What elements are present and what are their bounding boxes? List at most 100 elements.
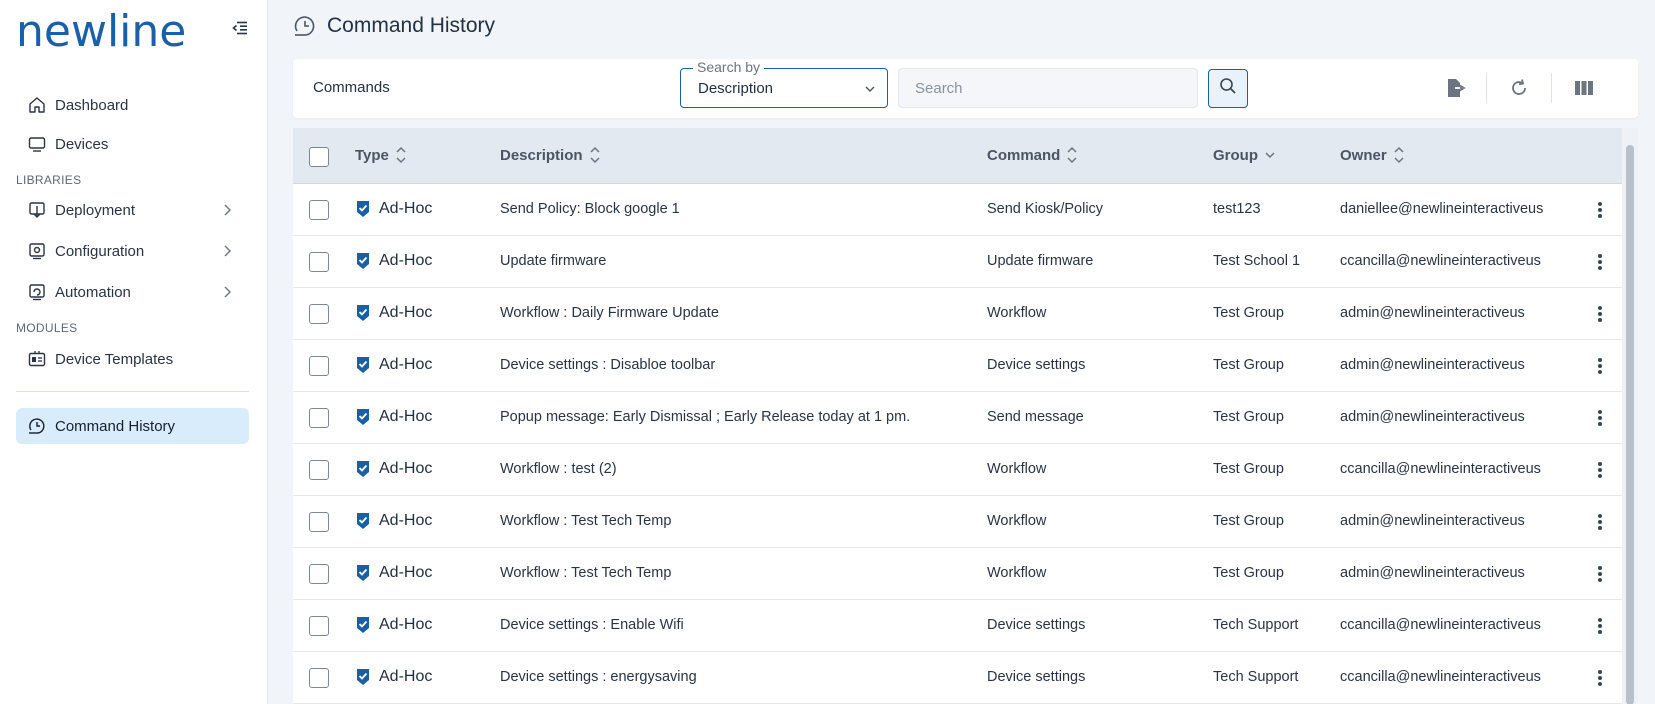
sidebar-item-label: Deployment: [55, 201, 136, 219]
type-value: Ad-Hoc: [379, 460, 433, 477]
sidebar: newline Dashboard Devices LIBRARIES Depl…: [0, 0, 268, 704]
sidebar-item-label: Devices: [55, 135, 109, 153]
group-cell: Test School 1: [1213, 253, 1301, 269]
table-row[interactable]: Ad-Hoc Send Policy: Block google 1 Send Ki…: [293, 184, 1622, 236]
sidebar-item-command-history[interactable]: Command History: [16, 408, 249, 444]
home-icon: [27, 95, 47, 115]
sort-icon: [588, 146, 602, 164]
description-cell: Device settings : Enable Wifi: [500, 617, 684, 633]
select-all-checkbox[interactable]: [309, 147, 329, 167]
column-header-type[interactable]: Type: [355, 146, 408, 164]
row-actions-menu-icon[interactable]: [1592, 512, 1608, 532]
command-history-icon: [293, 14, 317, 38]
group-cell: Test Group: [1213, 565, 1284, 581]
table-row[interactable]: Ad-Hoc Update firmware Update firmware Test…: [293, 236, 1622, 288]
row-checkbox[interactable]: [309, 356, 329, 376]
owner-cell: admin@newlineinteractiveus: [1340, 409, 1525, 425]
type-cell: Ad-Hoc: [355, 200, 432, 218]
adhoc-type-icon: [355, 252, 371, 270]
automation-icon: [27, 282, 47, 302]
table-row[interactable]: Ad-Hoc Device settings : Enable Wifi Devic…: [293, 600, 1622, 652]
row-actions-menu-icon[interactable]: [1592, 564, 1608, 584]
column-header-owner[interactable]: Owner: [1340, 146, 1406, 164]
description-cell: Workflow : test (2): [500, 461, 617, 477]
command-cell: Workflow: [987, 461, 1047, 477]
table-row[interactable]: Ad-Hoc Workflow : Test Tech Temp Workflow T…: [293, 548, 1622, 600]
chevron-down-icon: [1263, 146, 1277, 164]
description-cell: Send Policy: Block google 1: [500, 201, 680, 217]
column-header-label: Type: [355, 146, 389, 164]
type-cell: Ad-Hoc: [355, 408, 432, 426]
row-actions-menu-icon[interactable]: [1592, 616, 1608, 636]
row-actions-menu-icon[interactable]: [1592, 252, 1608, 272]
collapse-menu-icon[interactable]: [230, 18, 250, 38]
page-header: Command History: [293, 14, 495, 38]
owner-cell: ccancilla@newlineinteractiveus: [1340, 253, 1541, 269]
row-checkbox[interactable]: [309, 564, 329, 584]
type-value: Ad-Hoc: [379, 668, 433, 685]
adhoc-type-icon: [355, 668, 371, 686]
owner-cell: admin@newlineinteractiveus: [1340, 565, 1525, 581]
sidebar-item-dashboard[interactable]: Dashboard: [16, 87, 249, 123]
sidebar-item-deployment[interactable]: Deployment: [16, 192, 249, 228]
command-cell: Workflow: [987, 565, 1047, 581]
table-row[interactable]: Ad-Hoc Device settings : Disabloe toolbar…: [293, 340, 1622, 392]
table-scrollbar-thumb[interactable]: [1626, 145, 1634, 704]
type-value: Ad-Hoc: [379, 252, 433, 269]
column-header-group[interactable]: Group: [1213, 146, 1277, 164]
commands-table: Type Description Command Group Owner Ad-…: [293, 128, 1622, 704]
group-cell: Test Group: [1213, 305, 1284, 321]
row-actions-menu-icon[interactable]: [1592, 200, 1608, 220]
type-cell: Ad-Hoc: [355, 252, 432, 270]
type-value: Ad-Hoc: [379, 564, 433, 581]
table-row[interactable]: Ad-Hoc Device settings : energysaving Devi…: [293, 652, 1622, 704]
owner-cell: admin@newlineinteractiveus: [1340, 513, 1525, 529]
search-button[interactable]: [1208, 69, 1248, 108]
row-actions-menu-icon[interactable]: [1592, 460, 1608, 480]
row-actions-menu-icon[interactable]: [1592, 356, 1608, 376]
row-checkbox[interactable]: [309, 200, 329, 220]
row-actions-menu-icon[interactable]: [1592, 668, 1608, 688]
type-value: Ad-Hoc: [379, 200, 433, 217]
row-actions-menu-icon[interactable]: [1592, 304, 1608, 324]
column-header-label: Command: [987, 146, 1061, 164]
sidebar-item-label: Configuration: [55, 242, 145, 260]
newline-logo[interactable]: newline: [16, 6, 186, 57]
row-checkbox[interactable]: [309, 252, 329, 272]
description-cell: Workflow : Test Tech Temp: [500, 565, 672, 581]
row-checkbox[interactable]: [309, 304, 329, 324]
command-cell: Device settings: [987, 357, 1086, 373]
row-checkbox[interactable]: [309, 616, 329, 636]
table-row[interactable]: Ad-Hoc Workflow : Test Tech Temp Workflow T…: [293, 496, 1622, 548]
row-checkbox[interactable]: [309, 408, 329, 428]
column-header-command[interactable]: Command: [987, 146, 1079, 164]
adhoc-type-icon: [355, 408, 371, 426]
row-checkbox[interactable]: [309, 460, 329, 480]
sort-icon: [1392, 146, 1406, 164]
type-value: Ad-Hoc: [379, 408, 433, 425]
row-checkbox[interactable]: [309, 512, 329, 532]
description-cell: Device settings : Disabloe toolbar: [500, 357, 716, 373]
sidebar-item-device-templates[interactable]: Device Templates: [16, 341, 249, 377]
sidebar-item-label: Dashboard: [55, 96, 129, 114]
toolbar-divider: [1486, 73, 1487, 103]
owner-cell: ccancilla@newlineinteractiveus: [1340, 617, 1541, 633]
search-input[interactable]: [898, 68, 1198, 108]
type-cell: Ad-Hoc: [355, 564, 432, 582]
sidebar-item-configuration[interactable]: Configuration: [16, 233, 249, 269]
column-header-description[interactable]: Description: [500, 146, 602, 164]
refresh-icon[interactable]: [1506, 75, 1532, 101]
owner-cell: daniellee@newlineinteractiveus: [1340, 201, 1544, 217]
search-by-select[interactable]: Search by Description: [680, 59, 888, 108]
sidebar-item-devices[interactable]: Devices: [16, 126, 249, 162]
adhoc-type-icon: [355, 304, 371, 322]
columns-icon[interactable]: [1571, 75, 1597, 101]
row-actions-menu-icon[interactable]: [1592, 408, 1608, 428]
table-row[interactable]: Ad-Hoc Popup message: Early Dismissal ; E…: [293, 392, 1622, 444]
group-cell: Test Group: [1213, 409, 1284, 425]
export-icon[interactable]: [1443, 75, 1469, 101]
sidebar-item-automation[interactable]: Automation: [16, 274, 249, 310]
table-row[interactable]: Ad-Hoc Workflow : test (2) Workflow Test Gr…: [293, 444, 1622, 496]
row-checkbox[interactable]: [309, 668, 329, 688]
table-row[interactable]: Ad-Hoc Workflow : Daily Firmware Update Wo…: [293, 288, 1622, 340]
